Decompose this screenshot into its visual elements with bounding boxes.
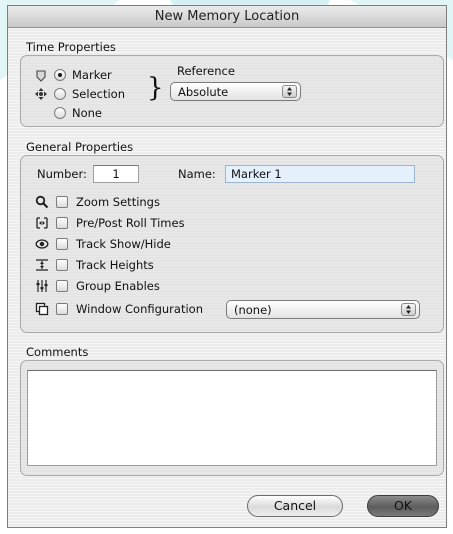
time-properties-group: Marker Selection None } Reference Absolu… (20, 55, 444, 127)
brace-glyph: } (147, 73, 164, 103)
track-show-hide-label: Track Show/Hide (76, 237, 171, 251)
window-configuration-icon (35, 302, 49, 316)
reference-label: Reference (177, 64, 235, 78)
general-properties-group: Number: 1 Name: Marker 1 Zoom Settings P… (20, 155, 444, 333)
zoom-settings-checkbox[interactable] (56, 196, 68, 208)
window-configuration-checkbox[interactable] (56, 303, 68, 315)
selection-radio[interactable] (54, 88, 66, 100)
track-heights-label: Track Heights (76, 258, 154, 272)
none-label: None (72, 106, 103, 120)
cancel-button[interactable]: Cancel (247, 495, 343, 517)
zoom-settings-label: Zoom Settings (76, 195, 160, 209)
number-label: Number: (37, 167, 87, 181)
pre-post-roll-label: Pre/Post Roll Times (76, 216, 185, 230)
selection-label: Selection (72, 87, 125, 101)
selection-icon (34, 87, 48, 101)
window-configuration-popup[interactable]: (none) (226, 300, 420, 319)
reference-popup[interactable]: Absolute (170, 82, 301, 101)
pre-post-roll-icon (35, 216, 49, 230)
comments-textarea[interactable] (27, 370, 437, 466)
time-properties-label: Time Properties (26, 40, 116, 54)
none-radio[interactable] (54, 107, 66, 119)
popup-arrows-icon (282, 85, 297, 98)
track-show-hide-icon (35, 237, 49, 251)
name-label: Name: (178, 167, 216, 181)
track-heights-icon (35, 258, 49, 272)
title-bar[interactable]: New Memory Location (8, 6, 446, 28)
magnifier-icon (35, 195, 49, 209)
name-field[interactable]: Marker 1 (225, 165, 415, 183)
popup-arrows-icon (401, 303, 416, 316)
group-enables-icon (35, 279, 49, 293)
track-show-hide-checkbox[interactable] (56, 238, 68, 250)
window-configuration-value: (none) (234, 303, 272, 317)
dialog-window: New Memory Location Time Properties Mark… (7, 5, 447, 528)
marker-icon (34, 69, 48, 83)
marker-label: Marker (72, 68, 112, 82)
group-enables-checkbox[interactable] (56, 280, 68, 292)
marker-radio[interactable] (54, 69, 66, 81)
comments-group (20, 360, 444, 476)
comments-label: Comments (26, 345, 89, 359)
number-field[interactable]: 1 (93, 165, 139, 183)
window-title: New Memory Location (154, 9, 300, 24)
window-configuration-label: Window Configuration (76, 302, 203, 316)
pre-post-roll-checkbox[interactable] (56, 217, 68, 229)
reference-value: Absolute (178, 85, 229, 99)
track-heights-checkbox[interactable] (56, 259, 68, 271)
ok-button[interactable]: OK (367, 495, 439, 517)
general-properties-label: General Properties (26, 140, 134, 154)
group-enables-label: Group Enables (76, 279, 160, 293)
